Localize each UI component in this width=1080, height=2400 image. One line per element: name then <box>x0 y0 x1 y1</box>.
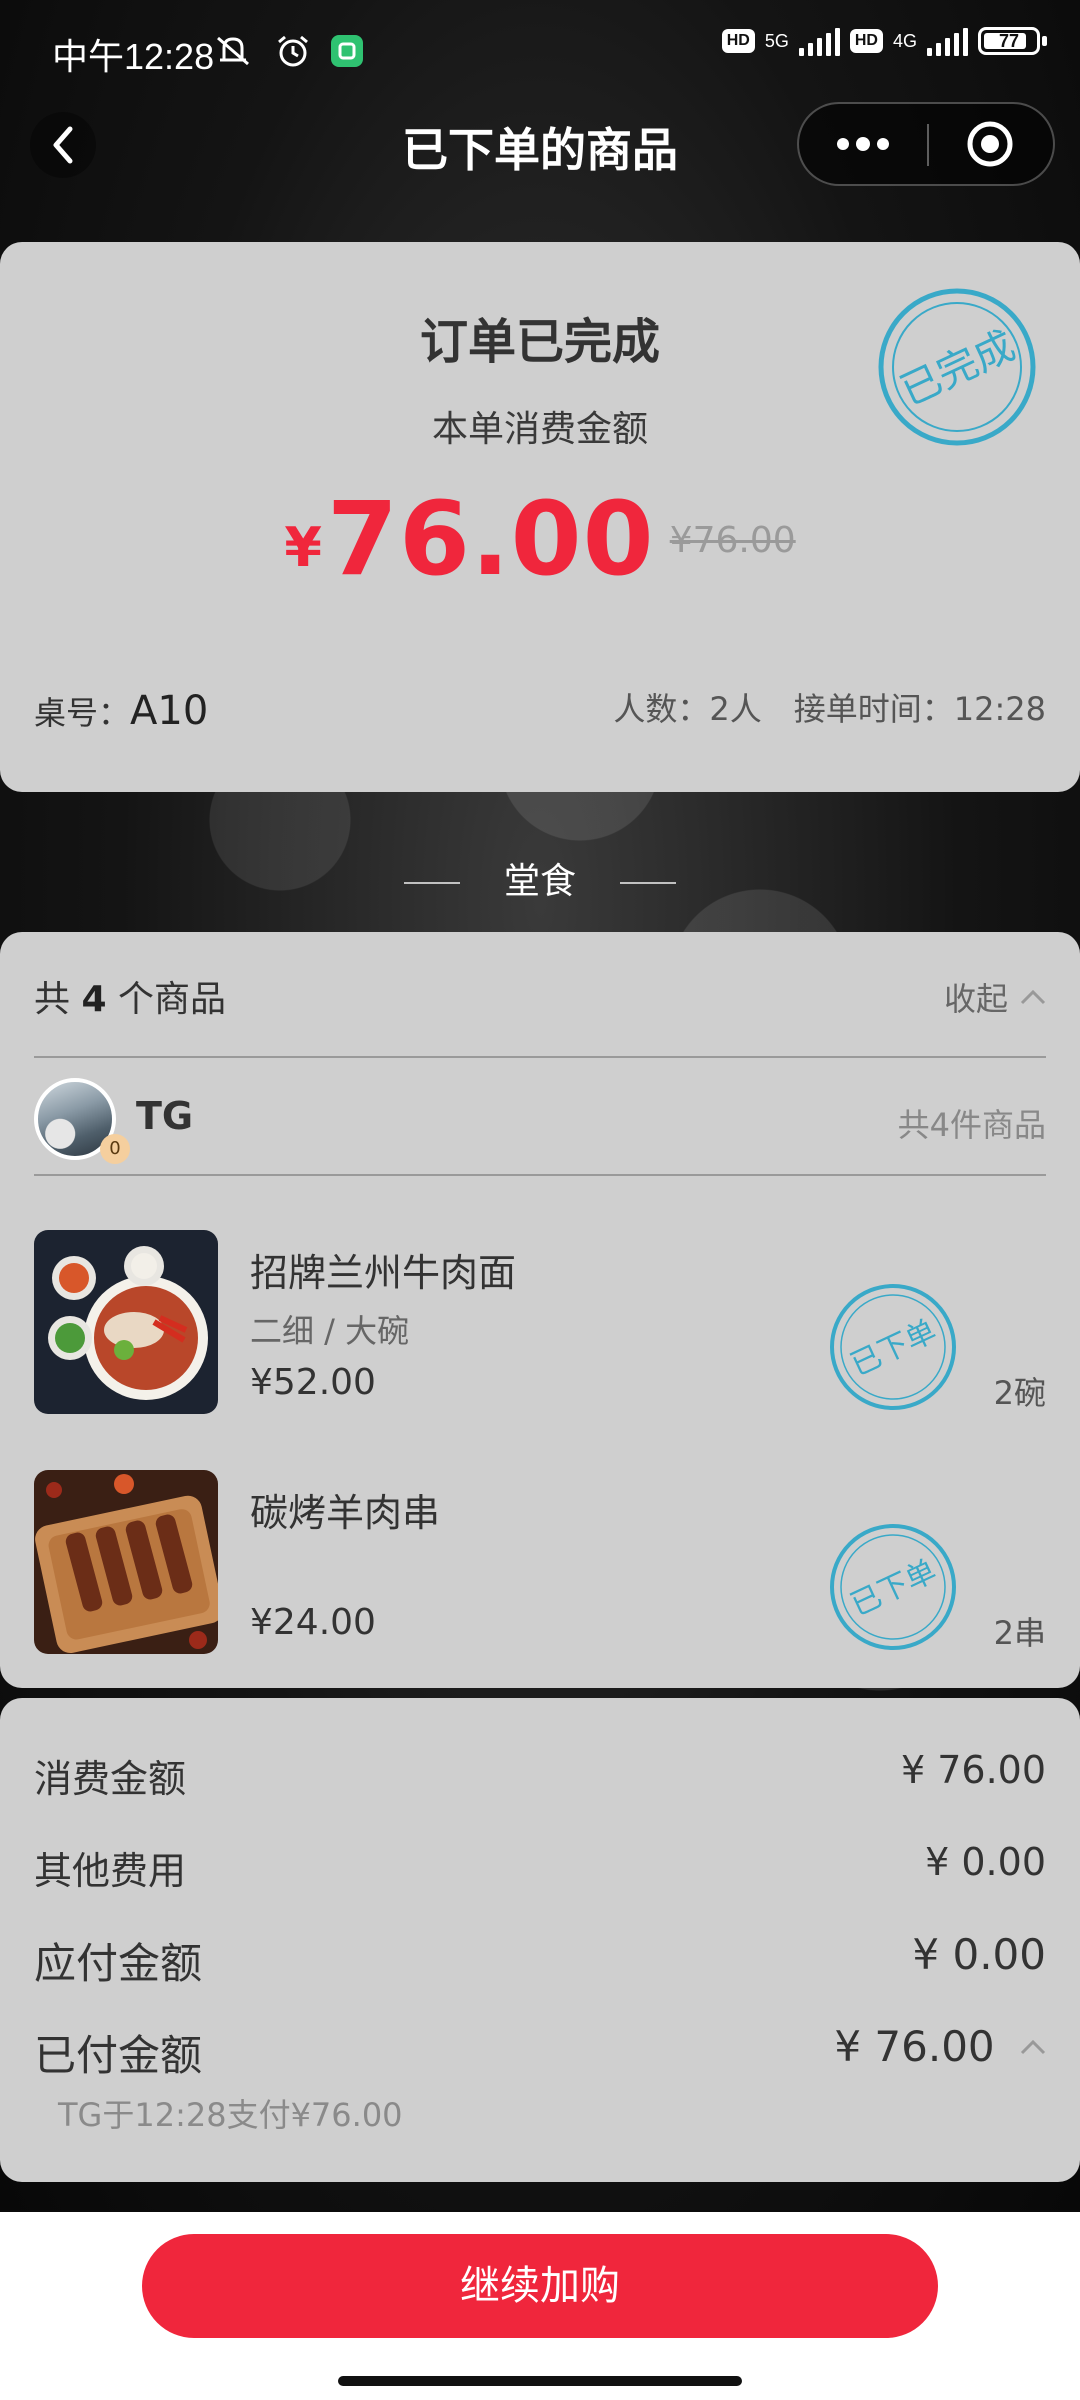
amount-row: ¥ 76.00 ¥76.00 <box>0 480 1080 599</box>
stamp-text: 已下单 <box>845 1313 941 1383</box>
summary-value: ¥ 0.00 <box>912 1930 1046 1979</box>
currency-symbol: ¥ <box>284 516 322 579</box>
stamp-text: 已下单 <box>845 1553 941 1623</box>
hd-badge: HD <box>849 29 883 53</box>
divider-line <box>620 882 676 884</box>
close-miniprogram-button[interactable] <box>927 104 1053 184</box>
payment-summary-card: 消费金额 ¥ 76.00 其他费用 ¥ 0.00 应付金额 ¥ 0.00 已付金… <box>0 1698 1080 2182</box>
order-status-card: 订单已完成 本单消费金额 ¥ 76.00 ¥76.00 已完成 桌号：A10 人… <box>0 242 1080 792</box>
signal-icon <box>927 26 968 56</box>
user-row: 0 TG 共4件商品 <box>34 1072 1046 1164</box>
summary-value: ¥ 76.00 <box>900 1748 1046 1792</box>
payment-note: TG于12:28支付¥76.00 <box>58 2096 403 2134</box>
more-button[interactable] <box>799 104 927 184</box>
status-bar: 中午12:28 HD 5G HD 4G 77 <box>0 0 1080 100</box>
miniprogram-capsule <box>797 102 1055 186</box>
summary-value: ¥ 76.00 <box>834 2022 1046 2083</box>
network-type: 5G <box>764 31 789 51</box>
table-label: 桌号： <box>34 694 131 732</box>
hd-badge: HD <box>721 29 755 53</box>
section-label-text: 堂食 <box>503 861 576 902</box>
user-name: TG <box>136 1094 194 1138</box>
items-count: 共 4 个商品 <box>34 970 226 1022</box>
app-notification-icon <box>331 35 363 67</box>
signal-icon <box>798 26 840 56</box>
summary-row-other-fees: 其他费用 ¥ 0.00 <box>34 1840 1046 1895</box>
count-value: 4 <box>81 979 107 1020</box>
mute-icon <box>217 36 249 66</box>
summary-label: 已付金额 <box>34 2031 203 2080</box>
people-count: 人数：2人 <box>613 690 762 728</box>
item-price: ¥52.00 <box>250 1362 376 1403</box>
ordered-items-card: 共 4 个商品 收起 0 TG 共4件商品 招牌兰州牛肉面 二细 / 大碗 ¥5 <box>0 932 1080 1688</box>
item-spec: 二细 / 大碗 <box>250 1312 410 1350</box>
title-bar: 已下单的商品 <box>0 100 1080 190</box>
completed-stamp-icon: 已完成 <box>878 288 1036 446</box>
item-price: ¥24.00 <box>250 1602 376 1643</box>
order-amount: 76.00 <box>326 480 655 599</box>
user-item-count: 共4件商品 <box>897 1106 1046 1144</box>
divider <box>34 1056 1046 1058</box>
original-amount: ¥76.00 <box>669 520 796 561</box>
continue-ordering-button[interactable]: 继续加购 <box>142 2234 938 2338</box>
count-prefix: 共 <box>34 979 71 1020</box>
chevron-up-icon <box>1020 2039 1046 2055</box>
count-suffix: 个商品 <box>117 979 226 1020</box>
bottom-action-bar: 继续加购 <box>0 2212 1080 2400</box>
list-item[interactable]: 碳烤羊肉串 ¥24.00 已下单 2串 <box>34 1470 1046 1656</box>
ordered-stamp-icon: 已下单 <box>830 1524 956 1650</box>
divider <box>34 1174 1046 1176</box>
list-item[interactable]: 招牌兰州牛肉面 二细 / 大碗 ¥52.00 已下单 2碗 <box>34 1230 1046 1416</box>
collapse-button[interactable]: 收起 <box>944 974 1046 1020</box>
network-type: 4G <box>892 31 917 51</box>
lamb-skewers-image <box>34 1470 218 1654</box>
order-meta: 人数：2人 接单时间：12:28 <box>613 684 1046 730</box>
table-info: 桌号：A10 <box>34 688 208 734</box>
summary-label: 消费金额 <box>34 1757 187 1801</box>
order-time: 接单时间：12:28 <box>793 690 1046 728</box>
item-name: 招牌兰州牛肉面 <box>250 1251 517 1295</box>
target-icon <box>967 121 1013 167</box>
table-number: A10 <box>130 688 209 734</box>
summary-value: ¥ 0.00 <box>925 1840 1046 1884</box>
home-indicator[interactable] <box>338 2376 742 2386</box>
summary-row-consumption: 消费金额 ¥ 76.00 <box>34 1748 1046 1803</box>
avatar-badge: 0 <box>100 1134 130 1164</box>
more-icon <box>837 137 889 151</box>
summary-label: 其他费用 <box>34 1849 187 1893</box>
collapse-label: 收起 <box>943 980 1008 1018</box>
summary-row-paid[interactable]: 已付金额 ¥ 76.00 <box>34 2022 1046 2083</box>
battery-icon: 77 <box>978 27 1047 55</box>
item-quantity: 2串 <box>993 1614 1046 1652</box>
summary-label: 应付金额 <box>34 1939 203 1988</box>
stamp-text: 已完成 <box>894 323 1022 415</box>
paid-amount: ¥ 76.00 <box>834 2022 995 2071</box>
status-time: 中午12:28 <box>52 36 215 77</box>
section-dine-in: 堂食 <box>0 852 1080 904</box>
ordered-stamp-icon: 已下单 <box>830 1284 956 1410</box>
summary-row-payable: 应付金额 ¥ 0.00 <box>34 1930 1046 1991</box>
divider-line <box>403 882 460 884</box>
alarm-icon <box>278 35 308 67</box>
battery-level: 77 <box>998 31 1020 51</box>
item-name: 碳烤羊肉串 <box>250 1491 441 1535</box>
item-quantity: 2碗 <box>993 1374 1046 1412</box>
beef-noodle-image <box>34 1230 218 1414</box>
chevron-up-icon <box>1020 989 1046 1005</box>
